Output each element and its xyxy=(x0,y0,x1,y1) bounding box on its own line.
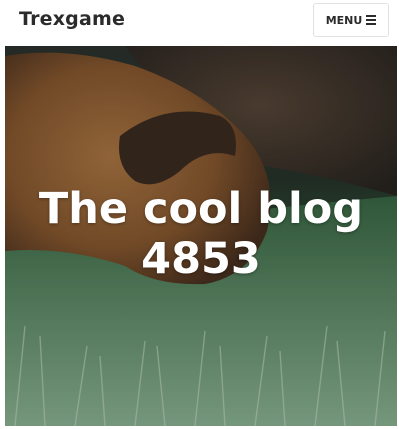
site-title[interactable]: Trexgame xyxy=(19,8,125,30)
hero-title-line-2: 4853 xyxy=(141,234,261,284)
menu-button[interactable]: MENU xyxy=(313,3,389,37)
hero-title[interactable]: The cool blog 4853 xyxy=(5,184,397,284)
hamburger-icon xyxy=(366,15,377,25)
site-header: Trexgame MENU xyxy=(0,0,399,46)
hero-title-line-1: The cool blog xyxy=(38,184,364,234)
hero-banner: The cool blog 4853 xyxy=(5,46,397,426)
menu-label: MENU xyxy=(325,13,363,27)
